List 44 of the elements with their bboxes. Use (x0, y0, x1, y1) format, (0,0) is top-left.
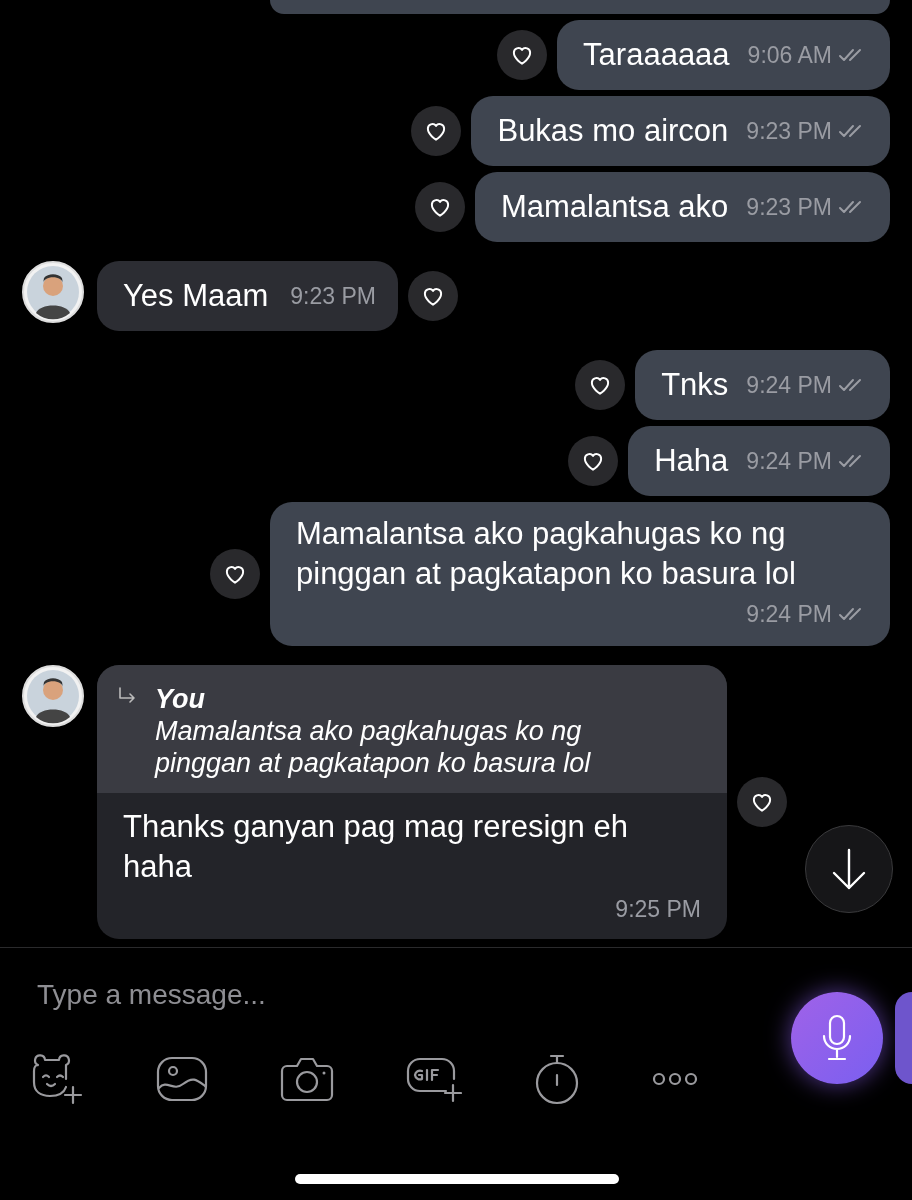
message-text: Mamalantsa ako (500, 188, 729, 226)
stopwatch-icon (534, 1053, 580, 1105)
microphone-icon (820, 1014, 854, 1062)
camera-button[interactable] (280, 1056, 334, 1102)
gif-plus-icon (406, 1055, 462, 1103)
message-text: Taraaaaaa (583, 36, 730, 74)
message-time: 9:23 PM (746, 117, 832, 146)
message-input[interactable]: Type a message... (37, 970, 537, 1020)
like-button[interactable] (411, 106, 462, 156)
message-text: Thanks ganyan pag mag reresign eh haha (123, 808, 629, 886)
action-button[interactable] (895, 992, 912, 1084)
timer-button[interactable] (534, 1053, 580, 1105)
gallery-button[interactable] (156, 1056, 208, 1102)
message-time: 9:24 PM (746, 371, 832, 400)
message-time: 9:23 PM (746, 193, 832, 222)
reply-arrow-icon (117, 687, 137, 705)
message-time: 9:25 PM (615, 895, 701, 924)
like-button[interactable] (575, 360, 626, 410)
more-icon (652, 1072, 698, 1086)
gif-button[interactable] (406, 1055, 462, 1103)
camera-icon (280, 1056, 334, 1102)
quoted-message[interactable]: You Mamalantsa ako pagkahugas ko ng pinggan at pagkatapon ko basura lol (97, 665, 727, 793)
message-text: Bukas mo aircon (497, 112, 729, 150)
message-text: Yes Maam (123, 277, 269, 315)
message-time: 9:23 PM (290, 282, 376, 311)
like-button[interactable] (407, 271, 458, 321)
avatar-icon (22, 665, 84, 727)
microphone-button[interactable] (791, 992, 883, 1084)
message-time: 9:24 PM (746, 600, 832, 629)
avatar-icon (22, 261, 84, 323)
like-button[interactable] (737, 777, 787, 827)
message-text: Mamalantsa ako pagkahugas ko ng pinggan at pagkatapon ko basura lol (296, 515, 797, 593)
more-button[interactable] (652, 1072, 698, 1086)
like-button[interactable] (414, 182, 465, 232)
quote-text: Mamalantsa ako pagkahugas ko ng pinggan at pagkatapon ko basura lol (155, 715, 592, 779)
like-button[interactable] (568, 436, 619, 486)
picture-icon (156, 1056, 208, 1102)
quote-author: You (155, 683, 206, 715)
message-time: 9:06 AM (747, 41, 832, 70)
message-time: 9:24 PM (746, 447, 832, 476)
message-text: Haha (654, 442, 729, 480)
like-button[interactable] (497, 30, 548, 80)
message-text: Tnks (661, 366, 729, 404)
like-button[interactable] (210, 549, 260, 599)
